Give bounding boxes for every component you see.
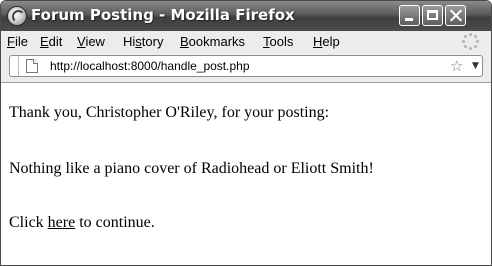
throbber-icon xyxy=(462,33,480,51)
menu-history[interactable]: History xyxy=(123,34,163,49)
menu-file[interactable]: File xyxy=(7,34,28,49)
continue-line: Click here to continue. xyxy=(9,214,155,232)
continue-link[interactable]: here xyxy=(48,214,76,231)
menu-edit[interactable]: Edit xyxy=(40,34,62,49)
continue-suffix: to continue. xyxy=(75,214,155,231)
menu-view[interactable]: View xyxy=(77,34,105,49)
continue-prefix: Click xyxy=(9,214,48,231)
page-icon[interactable] xyxy=(26,59,38,73)
title-bar[interactable]: Forum Posting - Mozilla Firefox xyxy=(1,1,491,31)
maximize-button[interactable] xyxy=(422,5,443,26)
browser-window: Forum Posting - Mozilla Firefox File Edi… xyxy=(0,0,492,266)
dropdown-arrow-icon[interactable]: ▼ xyxy=(472,59,479,73)
star-icon[interactable]: ☆ xyxy=(450,57,463,75)
menu-tools[interactable]: Tools xyxy=(263,34,293,49)
firefox-icon[interactable] xyxy=(7,6,27,26)
url-bar[interactable]: http://localhost:8000/handle_post.php ☆ … xyxy=(9,55,483,77)
close-button[interactable] xyxy=(445,5,466,26)
navigation-toolbar: http://localhost:8000/handle_post.php ☆ … xyxy=(1,52,491,83)
page-content: Thank you, Christopher O'Riley, for your… xyxy=(1,83,491,265)
minimize-button[interactable] xyxy=(399,5,420,26)
window-title: Forum Posting - Mozilla Firefox xyxy=(31,6,295,24)
menu-bar: File Edit View History Bookmarks Tools H… xyxy=(1,31,491,52)
url-text[interactable]: http://localhost:8000/handle_post.php xyxy=(50,59,250,73)
menu-bookmarks[interactable]: Bookmarks xyxy=(180,34,245,49)
posted-message: Nothing like a piano cover of Radiohead … xyxy=(9,160,374,177)
site-identity-divider xyxy=(18,56,19,76)
menu-help[interactable]: Help xyxy=(313,34,340,49)
thank-you-message: Thank you, Christopher O'Riley, for your… xyxy=(9,104,330,121)
